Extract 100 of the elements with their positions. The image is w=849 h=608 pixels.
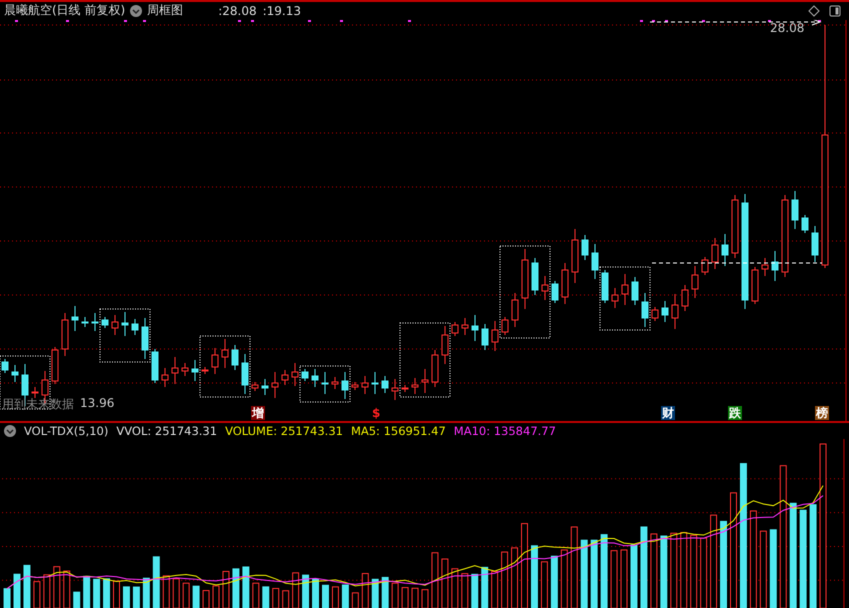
- candlestick: [622, 273, 628, 306]
- candlestick: [242, 353, 248, 394]
- indicator-value: MA5: 156951.47: [350, 424, 446, 438]
- candlestick: [632, 276, 638, 306]
- volume-bar: [192, 586, 200, 608]
- candlestick: [112, 314, 118, 336]
- volume-bar: [103, 578, 110, 608]
- candlestick: [732, 194, 738, 258]
- candlestick: [512, 292, 518, 328]
- candlestick: [562, 262, 568, 304]
- candlestick: [672, 293, 678, 330]
- candlestick: [32, 386, 38, 398]
- volume-bar: [93, 578, 100, 608]
- candlestick: [252, 381, 258, 392]
- candlestick: [362, 375, 368, 394]
- dropdown-icon[interactable]: [4, 424, 16, 437]
- candlestick: [102, 316, 108, 328]
- candlestick: [582, 234, 588, 260]
- candlestick: [272, 371, 278, 398]
- volume-bar: [302, 574, 310, 608]
- candlestick: [52, 346, 58, 384]
- low-price-label: 13.96: [80, 396, 114, 412]
- candlestick: [412, 377, 418, 394]
- candlestick: [202, 366, 208, 374]
- dropdown-icon[interactable]: [130, 4, 142, 17]
- candlestick: [352, 381, 358, 390]
- week-frame: [600, 266, 650, 330]
- volume-bar: [471, 574, 478, 608]
- candlestick: [492, 320, 498, 352]
- candlestick: [2, 358, 8, 374]
- week-frame: [300, 365, 350, 402]
- volume-bar: [590, 540, 598, 608]
- candlestick: [332, 376, 338, 390]
- high-price-label: 28.08: [770, 20, 804, 35]
- panel-toggle-icon[interactable]: [829, 4, 841, 17]
- volume-bar: [312, 578, 320, 608]
- week-frame: [0, 355, 50, 410]
- candlestick: [772, 250, 778, 282]
- candlestick: [392, 378, 398, 400]
- candlestick: [122, 311, 128, 336]
- volume-bar: [232, 568, 240, 608]
- event-marker[interactable]: 榜: [815, 406, 829, 420]
- diamond-icon[interactable]: [808, 4, 820, 17]
- week-frame: [200, 335, 250, 398]
- candlestick: [222, 338, 228, 368]
- candlestick: [372, 371, 378, 394]
- price-value: :28.08: [218, 4, 257, 18]
- volume-bar: [4, 588, 11, 608]
- candlestick: [792, 190, 798, 230]
- volume-bar: [630, 544, 638, 608]
- view-label[interactable]: 周框图: [147, 2, 184, 20]
- volume-bar: [242, 566, 250, 608]
- volume-bar: [122, 586, 130, 608]
- volume-bar: [481, 566, 488, 608]
- candlestick: [462, 317, 468, 336]
- event-marker[interactable]: 财: [661, 406, 675, 420]
- candlestick: [212, 347, 218, 374]
- candlestick: [402, 384, 408, 392]
- event-marker[interactable]: $: [371, 406, 382, 420]
- candlestick: [662, 300, 668, 322]
- candlestick: [432, 349, 438, 388]
- candlestick: [422, 368, 428, 394]
- candlestick: [442, 325, 448, 364]
- candlestick: [722, 233, 728, 266]
- volume-bar: [372, 578, 379, 608]
- volume-bar: [14, 574, 20, 608]
- candlestick: [452, 321, 458, 336]
- volume-bar: [580, 540, 588, 608]
- volume-bar: [342, 584, 349, 608]
- candlestick: [702, 256, 708, 276]
- indicator-value: MA10: 135847.77: [454, 424, 556, 438]
- candlestick: [482, 323, 488, 350]
- volume-bar: [73, 591, 80, 608]
- candlestick: [152, 348, 158, 384]
- candlestick: [232, 344, 238, 370]
- candlestick: [602, 269, 608, 304]
- candlestick: [192, 359, 198, 382]
- candlestick: [172, 356, 178, 384]
- candlestick: [802, 214, 808, 234]
- volume-bar: [23, 564, 30, 608]
- candlestick: [142, 317, 148, 360]
- candlestick: [752, 266, 758, 304]
- event-marker[interactable]: 增: [251, 406, 265, 420]
- candlestick: [572, 228, 578, 284]
- event-marker[interactable]: 跌: [728, 406, 742, 420]
- volume-bar: [83, 576, 90, 608]
- candlestick: [812, 225, 818, 262]
- candlestick: [592, 243, 598, 280]
- volume-bar: [550, 556, 558, 608]
- candlestick: [712, 237, 718, 270]
- volume-bar: [382, 576, 389, 608]
- candlestick: [302, 368, 308, 382]
- volume-bar: [152, 556, 160, 608]
- candlestick: [542, 275, 548, 300]
- volume-bar: [132, 586, 140, 608]
- candlestick: [502, 316, 508, 336]
- candlestick: [612, 287, 618, 308]
- volume-bar: [142, 578, 150, 608]
- candlestick: [472, 314, 478, 342]
- candlestick: [642, 292, 648, 328]
